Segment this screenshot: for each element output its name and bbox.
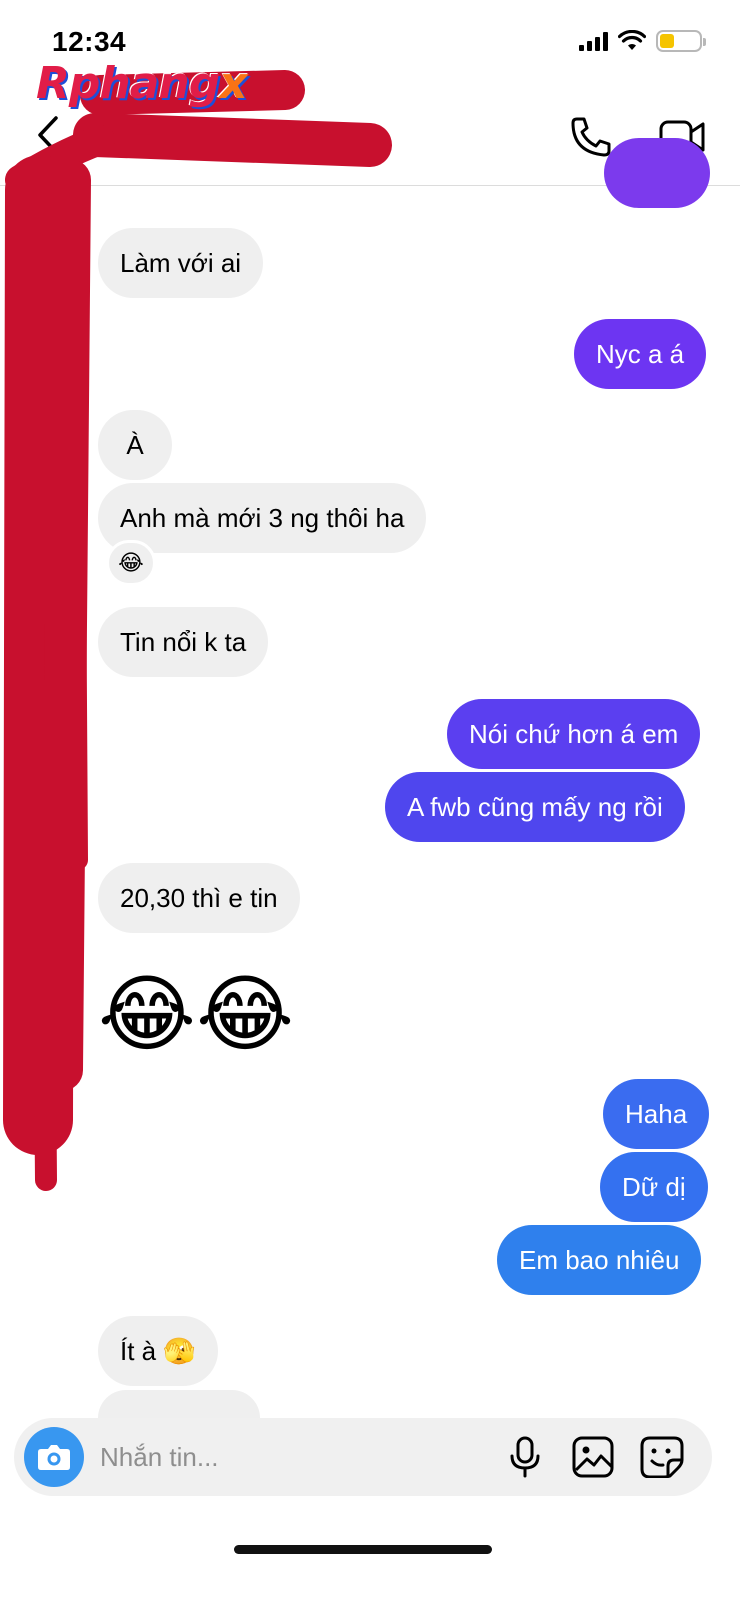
camera-button[interactable] — [24, 1427, 84, 1487]
image-icon[interactable] — [572, 1436, 614, 1478]
message-bubble-incoming[interactable]: Ít à 🫣 — [98, 1316, 218, 1386]
message-bubble-outgoing[interactable]: Em bao nhiêu — [497, 1225, 702, 1295]
reaction-badge[interactable]: 😂 — [106, 540, 156, 586]
message-input[interactable] — [100, 1436, 480, 1478]
message-bubble-incoming[interactable]: Làm với ai — [98, 228, 264, 298]
message-bubble-partial — [604, 138, 710, 208]
microphone-icon[interactable] — [508, 1436, 542, 1478]
message-bubble-incoming[interactable]: Anh mà mới 3 ng thôi ha — [98, 483, 427, 553]
cellular-signal-icon — [579, 31, 608, 51]
emoji-message[interactable]: 😂😂 — [98, 966, 294, 1062]
home-indicator[interactable] — [234, 1545, 492, 1554]
back-chevron-icon[interactable] — [30, 110, 70, 160]
message-bubble-outgoing[interactable]: Haha — [603, 1079, 710, 1149]
message-bubble-outgoing[interactable]: Dữ dị — [600, 1152, 708, 1222]
message-bubble-incoming[interactable]: À — [98, 410, 172, 480]
phone-icon[interactable] — [568, 114, 614, 160]
message-composer — [14, 1418, 712, 1496]
battery-icon — [656, 30, 706, 52]
wifi-icon — [618, 30, 646, 50]
status-time: 12:34 — [52, 26, 127, 57]
status-icons — [579, 30, 706, 52]
message-bubble-partial — [98, 1390, 260, 1418]
message-bubble-outgoing[interactable]: Nói chứ hơn á em — [447, 699, 701, 769]
camera-icon — [38, 1445, 70, 1470]
message-bubble-incoming[interactable]: Tin nổi k ta — [98, 607, 269, 677]
watermark-logo: Rphangx — [36, 58, 248, 109]
message-bubble-outgoing[interactable]: A fwb cũng mấy ng rồi — [385, 772, 685, 842]
sticker-icon[interactable] — [640, 1436, 684, 1478]
message-bubble-incoming[interactable]: 20,30 thì e tin — [98, 863, 300, 933]
message-bubble-outgoing[interactable]: Nyc a á — [574, 319, 707, 389]
